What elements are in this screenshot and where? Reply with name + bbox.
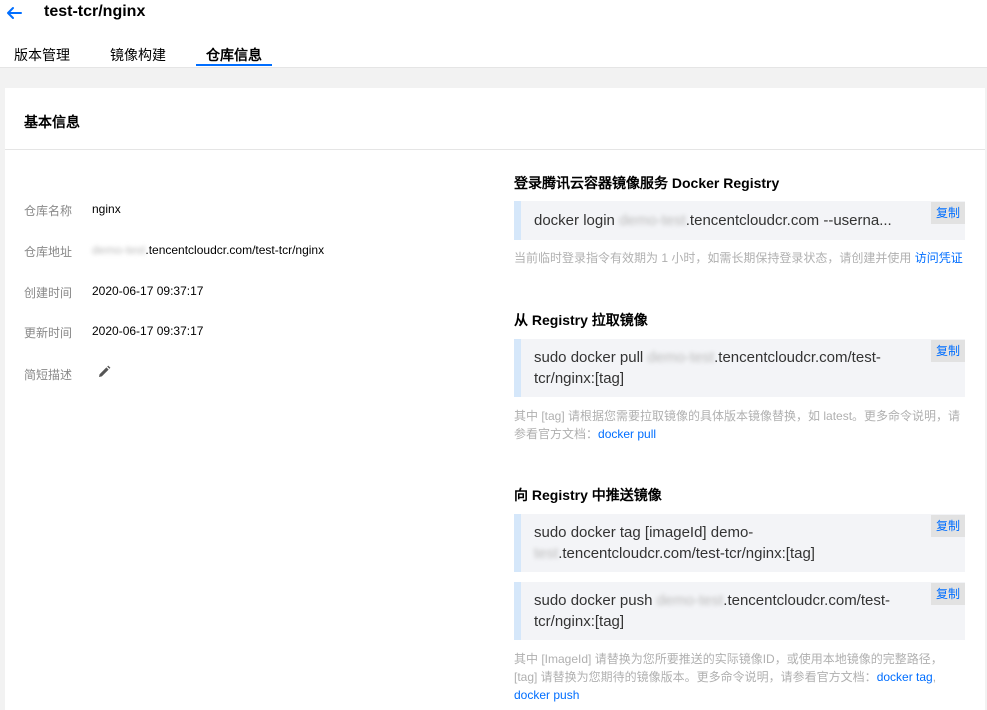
access-credentials-link[interactable]: 访问凭证 <box>915 251 963 265</box>
repo-address-label: 仓库地址 <box>24 245 73 259</box>
pull-note-text: 其中 [tag] 请根据您需要拉取镜像的具体版本镜像替换，如 latest。更多… <box>514 409 961 441</box>
tag-cmd-prefix: sudo docker tag [imageId] demo- <box>534 524 754 541</box>
created-time-value: 2020-06-17 09:37:17 <box>92 284 204 298</box>
tab-repository-info[interactable]: 仓库信息 <box>206 45 262 71</box>
masked-domain: demo-test <box>619 212 686 229</box>
copy-tag-button[interactable]: 复制 <box>931 515 965 537</box>
push-command: sudo docker push demo-test.tencentcloudc… <box>534 590 914 632</box>
masked-domain: demo-test <box>656 592 724 609</box>
top-bar: test-tcr/nginx 版本管理 镜像构建 仓库信息 <box>0 0 987 68</box>
push-section-title: 向 Registry 中推送镜像 <box>514 487 662 503</box>
pull-command: sudo docker pull demo-test.tencentcloudc… <box>534 347 914 389</box>
login-command: docker login demo-test.tencentcloudcr.co… <box>534 210 892 231</box>
created-time-label: 创建时间 <box>24 286 73 300</box>
push-cmd-prefix: sudo docker push <box>534 592 657 609</box>
description-label: 简短描述 <box>24 368 73 382</box>
back-arrow-icon[interactable] <box>5 4 23 22</box>
push-note: 其中 [ImageId] 请替换为您所要推送的实际镜像ID，或使用本地镜像的完整… <box>514 650 965 704</box>
repo-address-rest: .tencentcloudcr.com/test-tcr/nginx <box>145 243 325 257</box>
docker-pull-link[interactable]: docker pull <box>598 427 656 441</box>
login-cmd-rest: .tencentcloudcr.com --userna... <box>685 212 892 229</box>
active-tab-indicator <box>196 64 272 66</box>
repository-info-card: 基本信息 仓库名称 nginx 仓库地址 demo-test.tencentcl… <box>5 88 985 710</box>
pull-note: 其中 [tag] 请根据您需要拉取镜像的具体版本镜像替换，如 latest。更多… <box>514 407 965 443</box>
pull-cmd-rest: .tencentcloudcr.com/test- <box>714 349 881 366</box>
docker-push-link[interactable]: docker push <box>514 688 579 702</box>
tag-cmd-rest: .tencentcloudcr.com/test-tcr/nginx:[tag] <box>558 545 815 562</box>
tab-version-management[interactable]: 版本管理 <box>14 45 70 71</box>
docker-tag-link[interactable]: docker tag <box>877 670 933 684</box>
login-note-text: 当前临时登录指令有效期为 1 小时，如需长期保持登录状态，请创建并使用 <box>514 251 915 265</box>
masked-domain: test <box>534 545 559 562</box>
updated-time-value: 2020-06-17 09:37:17 <box>92 324 204 338</box>
pull-cmd-prefix: sudo docker pull <box>534 349 648 366</box>
masked-domain: demo-test <box>92 243 146 257</box>
tab-image-build[interactable]: 镜像构建 <box>110 45 166 71</box>
login-cmd-prefix: docker login <box>534 212 620 229</box>
pull-command-box: sudo docker pull demo-test.tencentcloudc… <box>514 339 965 397</box>
card-title: 基本信息 <box>24 114 80 130</box>
page-title: test-tcr/nginx <box>44 3 146 20</box>
pencil-icon[interactable] <box>97 365 111 379</box>
copy-pull-button[interactable]: 复制 <box>931 340 965 362</box>
login-section-title: 登录腾讯云容器镜像服务 Docker Registry <box>514 175 780 191</box>
masked-domain: demo-test <box>647 349 715 366</box>
copy-push-button[interactable]: 复制 <box>931 583 965 605</box>
login-note: 当前临时登录指令有效期为 1 小时，如需长期保持登录状态，请创建并使用 访问凭证 <box>514 249 965 267</box>
pull-section-title: 从 Registry 拉取镜像 <box>514 312 648 328</box>
card-header: 基本信息 <box>5 88 985 150</box>
tag-command-box: sudo docker tag [imageId] demo-test.tenc… <box>514 514 965 572</box>
updated-time-label: 更新时间 <box>24 326 73 340</box>
push-note-separator: , <box>932 670 937 684</box>
repo-name-value: nginx <box>92 202 121 216</box>
pull-cmd-tail: tcr/nginx:[tag] <box>534 370 625 387</box>
push-cmd-tail: tcr/nginx:[tag] <box>534 613 625 630</box>
login-command-box: docker login demo-test.tencentcloudcr.co… <box>514 201 965 240</box>
push-cmd-rest: .tencentcloudcr.com/test- <box>723 592 891 609</box>
push-command-box: sudo docker push demo-test.tencentcloudc… <box>514 582 965 640</box>
repo-name-label: 仓库名称 <box>24 204 73 218</box>
copy-login-button[interactable]: 复制 <box>931 202 965 224</box>
tag-command: sudo docker tag [imageId] demo-test.tenc… <box>534 522 914 564</box>
repo-address-value: demo-test.tencentcloudcr.com/test-tcr/ng… <box>92 243 324 257</box>
